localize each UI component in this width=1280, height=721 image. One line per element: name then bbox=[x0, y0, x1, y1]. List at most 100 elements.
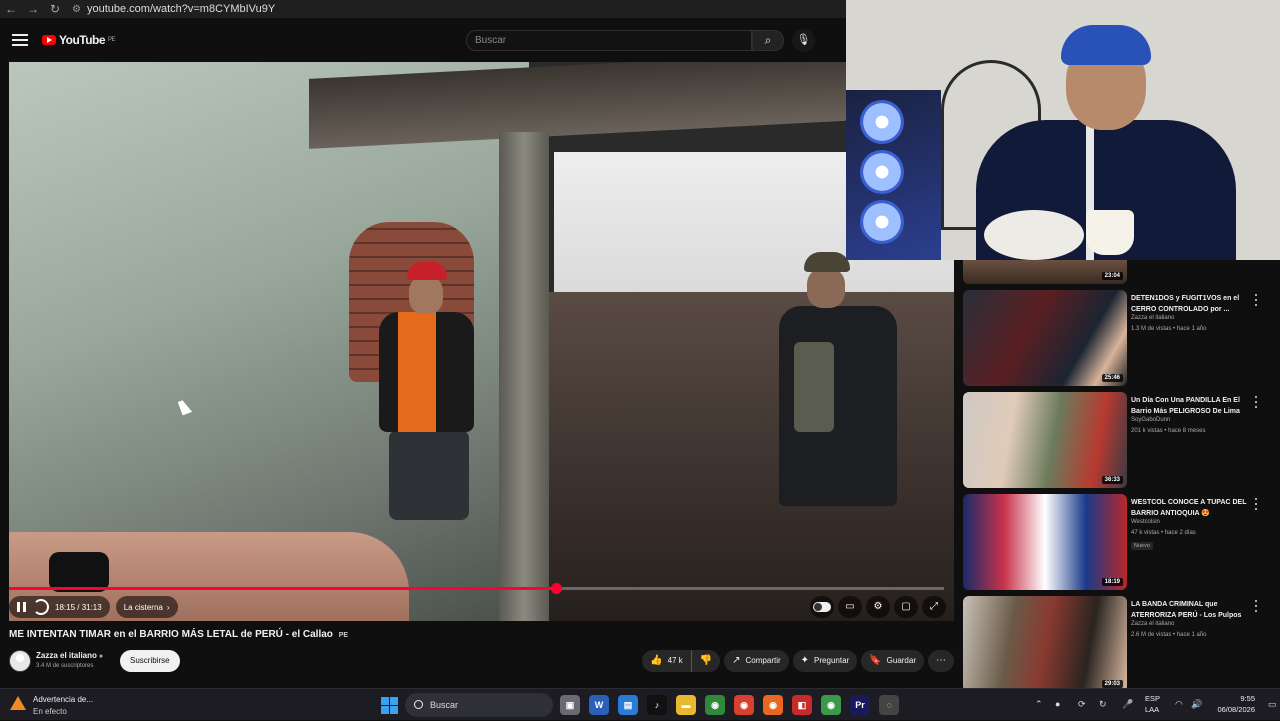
video-title[interactable]: DETEN1DOS y FUGIT1VOS en el CERRO CONTRO… bbox=[1131, 294, 1256, 315]
address-bar[interactable]: ⚙ youtube.com/watch?v=m8CYMbIVu9Y bbox=[72, 3, 275, 15]
channel-row: Zazza el italiano ● 3.4 M de suscriptores… bbox=[9, 648, 954, 676]
more-vertical-icon[interactable] bbox=[1255, 396, 1259, 408]
windows-start-icon[interactable] bbox=[381, 697, 398, 714]
layout-indicator[interactable]: LAA bbox=[1145, 705, 1159, 714]
store-icon[interactable]: ▤ bbox=[618, 695, 638, 715]
logo-text: YouTube bbox=[59, 33, 106, 47]
search-icon[interactable]: ⌕ bbox=[752, 30, 784, 51]
search-input[interactable]: Buscar bbox=[466, 30, 752, 51]
theater-mode-icon[interactable]: ▢ bbox=[894, 596, 918, 618]
video-player[interactable] bbox=[9, 62, 954, 621]
video-title[interactable]: Un Día Con Una PANDILLA En El Barrio Más… bbox=[1131, 396, 1256, 417]
microphone-icon[interactable]: 🎙 bbox=[792, 29, 815, 52]
settings-icon[interactable]: ⚙ bbox=[866, 596, 890, 618]
share-label: Compartir bbox=[745, 656, 781, 665]
forward-icon[interactable]: → bbox=[22, 2, 44, 16]
progress-bar[interactable] bbox=[9, 583, 944, 594]
fullscreen-icon[interactable]: ⤢ bbox=[922, 596, 946, 618]
video-channel[interactable]: Zazza el italiano bbox=[1131, 621, 1256, 627]
chapter-button[interactable]: La cisterna › bbox=[115, 596, 178, 618]
webcam-plate bbox=[984, 210, 1084, 260]
channel-name[interactable]: Zazza el italiano ● bbox=[36, 651, 103, 660]
video-thumbnail[interactable]: 25:46 bbox=[963, 290, 1127, 386]
video-channel[interactable]: Westcolsin bbox=[1131, 519, 1256, 525]
list-item[interactable]: 18:19 WESTCOL CONOCE A TUPAC DEL BARRIO … bbox=[963, 494, 1273, 592]
video-duration: 23:04 bbox=[1101, 272, 1123, 280]
word-icon[interactable]: W bbox=[589, 695, 609, 715]
video-meta: 1.3 M de vistas • hace 1 año bbox=[1131, 326, 1207, 332]
chrome-icon-1[interactable]: ◉ bbox=[705, 695, 725, 715]
clock-time[interactable]: 9:55 bbox=[1240, 694, 1255, 703]
progress-scrubber[interactable] bbox=[550, 583, 562, 594]
avatar[interactable] bbox=[9, 650, 31, 672]
firefox-icon[interactable]: ◉ bbox=[763, 695, 783, 715]
title-flag: PE bbox=[338, 632, 349, 639]
like-button[interactable]: 👍 47 k bbox=[642, 650, 691, 672]
ask-button[interactable]: ✦ Preguntar bbox=[792, 650, 858, 672]
back-icon[interactable]: ← bbox=[0, 2, 22, 16]
chrome-icon-2[interactable]: ◉ bbox=[734, 695, 754, 715]
subtitles-icon[interactable]: ▭ bbox=[838, 596, 862, 618]
mic-icon[interactable]: 🎤 bbox=[1122, 699, 1133, 710]
sync-icon[interactable]: ⟳ bbox=[1078, 699, 1086, 710]
tray-app-icon[interactable]: ● bbox=[1055, 699, 1060, 709]
taskbar-search[interactable]: Buscar bbox=[405, 693, 553, 717]
more-actions-button[interactable]: ⋯ bbox=[928, 650, 954, 672]
task-view-icon[interactable]: ▣ bbox=[560, 695, 580, 715]
reload-icon[interactable]: ↻ bbox=[44, 2, 66, 16]
weather-widget[interactable]: Advertencia de... En efecto bbox=[10, 693, 110, 717]
video-channel[interactable]: Zazza el italiano bbox=[1131, 315, 1256, 321]
video-thumbnail[interactable]: 18:19 bbox=[963, 494, 1127, 590]
video-thumbnail[interactable]: 36:33 bbox=[963, 392, 1127, 488]
clock-date[interactable]: 06/08/2026 bbox=[1217, 705, 1255, 714]
volume-icon[interactable] bbox=[33, 599, 49, 615]
taskbar-search-label: Buscar bbox=[430, 700, 459, 710]
recommendations-sidebar: 23:04 25:46 DETEN1DOS y FUGIT1VOS en el … bbox=[963, 260, 1273, 688]
search-icon bbox=[414, 700, 423, 709]
partial-thumbnail[interactable]: 23:04 bbox=[963, 260, 1127, 284]
video-meta: 47 k vistas • hace 2 días bbox=[1131, 530, 1196, 536]
more-horizontal-icon: ⋯ bbox=[936, 655, 946, 666]
channel-name-text[interactable]: Zazza el italiano bbox=[36, 651, 97, 660]
pdf-reader-icon[interactable]: ◧ bbox=[792, 695, 812, 715]
refresh-icon[interactable]: ↻ bbox=[1099, 699, 1107, 710]
language-indicator[interactable]: ESP bbox=[1145, 694, 1160, 703]
pause-icon[interactable] bbox=[17, 602, 27, 612]
url-text[interactable]: youtube.com/watch?v=m8CYMbIVu9Y bbox=[87, 3, 275, 15]
like-dislike-group: 👍 47 k 👎 bbox=[642, 650, 721, 672]
video-meta: 201 k vistas • hace 8 meses bbox=[1131, 428, 1206, 434]
youtube-play-icon bbox=[42, 35, 56, 45]
chevron-up-icon[interactable]: ⌃ bbox=[1035, 699, 1043, 710]
notification-icon[interactable]: ▭ bbox=[1268, 699, 1277, 710]
webcam-cup bbox=[1086, 210, 1134, 255]
video-thumbnail[interactable]: 29:03 bbox=[963, 596, 1127, 688]
more-vertical-icon[interactable] bbox=[1255, 294, 1259, 306]
youtube-logo[interactable]: YouTube PE bbox=[42, 33, 116, 47]
list-item[interactable]: 29:03 LA BANDA CRIMINAL que ATERRORIZA P… bbox=[963, 596, 1273, 688]
menu-icon[interactable] bbox=[12, 34, 28, 46]
save-button[interactable]: 🔖 Guardar bbox=[861, 650, 924, 672]
list-item[interactable]: 36:33 Un Día Con Una PANDILLA En El Barr… bbox=[963, 392, 1273, 490]
video-title[interactable]: WESTCOL CONOCE A TUPAC DEL BARRIO ANTIOQ… bbox=[1131, 498, 1256, 519]
tiktok-icon[interactable]: ♪ bbox=[647, 695, 667, 715]
site-info-icon[interactable]: ⚙ bbox=[72, 4, 81, 15]
video-channel[interactable]: SoyGaboDunn bbox=[1131, 417, 1256, 423]
playback-controls: 18:15 / 31:13 bbox=[9, 596, 110, 618]
premiere-icon[interactable]: Pr bbox=[850, 695, 870, 715]
more-vertical-icon[interactable] bbox=[1255, 498, 1259, 510]
youtube-header: YouTube PE Buscar ⌕ 🎙 bbox=[0, 18, 846, 62]
wifi-icon[interactable]: ◠ bbox=[1175, 699, 1183, 710]
speaker-icon[interactable]: 🔊 bbox=[1191, 699, 1202, 710]
chrome-active-icon[interactable]: ◉ bbox=[821, 695, 841, 715]
dislike-button[interactable]: 👎 bbox=[691, 650, 721, 672]
app-notification-icon[interactable]: ◌ bbox=[879, 695, 899, 715]
webcam-pc-case bbox=[846, 90, 941, 260]
subscribe-button[interactable]: Suscribirse bbox=[120, 650, 180, 672]
share-button[interactable]: ↗ Compartir bbox=[724, 650, 789, 672]
autoplay-toggle[interactable] bbox=[810, 596, 834, 618]
more-vertical-icon[interactable] bbox=[1255, 600, 1259, 612]
video-title[interactable]: LA BANDA CRIMINAL que ATERRORIZA PERÚ - … bbox=[1131, 600, 1256, 621]
file-explorer-icon[interactable]: ▬ bbox=[676, 695, 696, 715]
list-item[interactable]: 25:46 DETEN1DOS y FUGIT1VOS en el CERRO … bbox=[963, 290, 1273, 388]
system-tray: ⌃ ● ⟳ ↻ 🎤 ESP LAA ◠ 🔊 9:55 06/08/2026 ▭ bbox=[1035, 689, 1280, 721]
